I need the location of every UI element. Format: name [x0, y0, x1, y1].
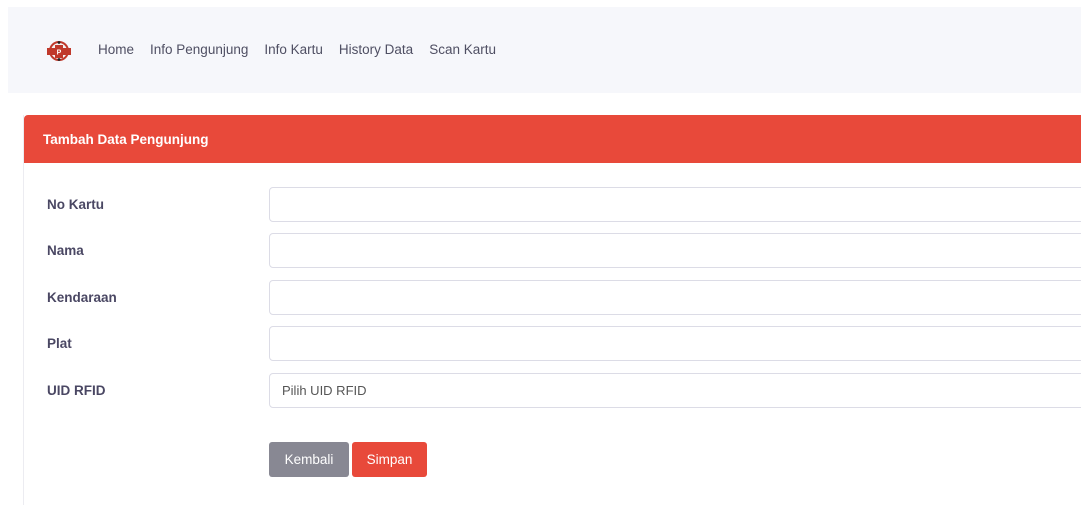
no-kartu-input[interactable] — [269, 186, 1081, 222]
nama-label: Nama — [47, 242, 84, 258]
uid-rfid-label: UID RFID — [47, 382, 106, 398]
form-row-uid-rfid: UID RFID Pilih UID RFID — [24, 372, 1081, 408]
page: P Home Info Pengunjung Info Kartu Histor… — [0, 0, 1081, 511]
nama-input[interactable] — [269, 232, 1081, 268]
kendaraan-label: Kendaraan — [47, 289, 117, 305]
form-row-kendaraan: Kendaraan — [24, 279, 1081, 315]
uid-rfid-selected-value: Pilih UID RFID — [282, 382, 367, 398]
nav-scan-kartu[interactable]: Scan Kartu — [421, 41, 504, 59]
navbar: P Home Info Pengunjung Info Kartu Histor… — [8, 7, 1081, 93]
plat-input[interactable] — [269, 325, 1081, 361]
nav-home[interactable]: Home — [98, 41, 142, 59]
back-button[interactable]: Kembali — [269, 442, 349, 477]
nav-links: Home Info Pengunjung Info Kartu History … — [98, 41, 504, 59]
kendaraan-input[interactable] — [269, 279, 1081, 315]
form-card: Tambah Data Pengunjung No Kartu Nama Ken… — [23, 115, 1081, 505]
card-header: Tambah Data Pengunjung — [24, 115, 1081, 163]
nav-info-pengunjung[interactable]: Info Pengunjung — [142, 41, 256, 59]
form-row-nama: Nama — [24, 232, 1081, 268]
nav-info-kartu[interactable]: Info Kartu — [256, 41, 331, 59]
nav-history-data[interactable]: History Data — [331, 41, 421, 59]
uid-rfid-select[interactable]: Pilih UID RFID — [269, 372, 1081, 408]
save-button[interactable]: Simpan — [352, 442, 427, 477]
no-kartu-label: No Kartu — [47, 196, 104, 212]
card-title: Tambah Data Pengunjung — [43, 131, 209, 147]
brand-logo-icon[interactable]: P — [46, 39, 72, 63]
form-row-no-kartu: No Kartu — [24, 186, 1081, 222]
plat-label: Plat — [47, 335, 72, 351]
card-body: No Kartu Nama Kendaraan Plat UID RFID Pi… — [24, 163, 1081, 408]
svg-text:P: P — [57, 50, 62, 57]
form-row-plat: Plat — [24, 325, 1081, 361]
